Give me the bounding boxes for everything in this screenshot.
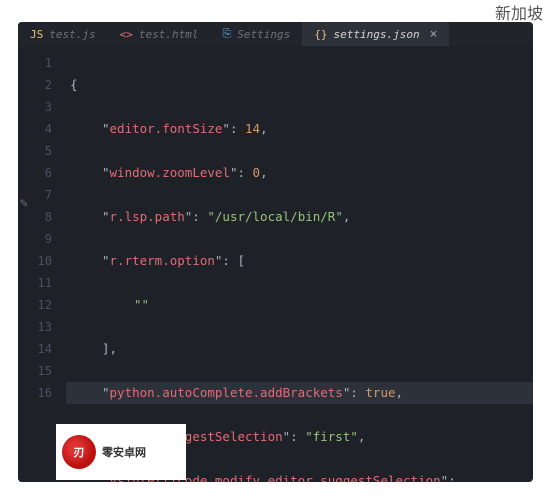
tab-test-js[interactable]: JS test.js — [18, 22, 108, 46]
line-number: 12 — [18, 294, 52, 316]
line-number: 15 — [18, 360, 52, 382]
editor-body: ✎ 1 2 3 4 5 6 7 8 9 10 11 12 13 14 15 16… — [18, 46, 533, 482]
watermark-logo-circle: 刃 — [62, 435, 96, 469]
line-number: 6 — [18, 162, 52, 184]
line-number: 13 — [18, 316, 52, 338]
line-number: 2 — [18, 74, 52, 96]
edit-pencil-icon[interactable]: ✎ — [20, 196, 28, 211]
line-number: 9 — [18, 228, 52, 250]
line-number: 1 — [18, 52, 52, 74]
tab-settings-ui[interactable]: ⎘ Settings — [210, 22, 302, 46]
js-file-icon: JS — [30, 28, 43, 41]
code-line: "r.lsp.path": "/usr/local/bin/R", — [66, 206, 533, 228]
line-number: 10 — [18, 250, 52, 272]
code-line-highlighted: "python.autoComplete.addBrackets": true, — [66, 382, 533, 404]
line-number: 16 — [18, 382, 52, 404]
tab-label: test.html — [139, 28, 199, 41]
close-icon[interactable]: × — [430, 27, 438, 42]
tab-test-html[interactable]: <> test.html — [108, 22, 211, 46]
editor-window: JS test.js <> test.html ⎘ Settings {} se… — [18, 22, 533, 482]
tab-label: Settings — [237, 28, 290, 41]
settings-file-icon: ⎘ — [222, 27, 231, 41]
watermark-logo-text: 零安卓网 — [102, 444, 146, 460]
watermark-logo: 刃 零安卓网 — [56, 424, 186, 480]
watermark-top-text: 新加坡 — [495, 0, 543, 24]
code-line: "window.zoomLevel": 0, — [66, 162, 533, 184]
line-number-gutter: 1 2 3 4 5 6 7 8 9 10 11 12 13 14 15 16 — [18, 46, 66, 482]
code-area[interactable]: { "editor.fontSize": 14, "window.zoomLev… — [66, 46, 533, 482]
line-number: 4 — [18, 118, 52, 140]
html-file-icon: <> — [120, 28, 133, 41]
tab-bar: JS test.js <> test.html ⎘ Settings {} se… — [18, 22, 533, 46]
tab-label: settings.json — [334, 28, 420, 41]
line-number: 5 — [18, 140, 52, 162]
tab-label: test.js — [49, 28, 95, 41]
line-number: 11 — [18, 272, 52, 294]
code-line: "" — [66, 294, 533, 316]
code-line: ], — [66, 338, 533, 360]
code-line: "editor.fontSize": 14, — [66, 118, 533, 140]
code-line: "r.rterm.option": [ — [66, 250, 533, 272]
json-file-icon: {} — [314, 28, 327, 41]
code-line: { — [66, 74, 533, 96]
line-number: 3 — [18, 96, 52, 118]
tab-settings-json[interactable]: {} settings.json × — [302, 22, 449, 46]
line-number: 14 — [18, 338, 52, 360]
